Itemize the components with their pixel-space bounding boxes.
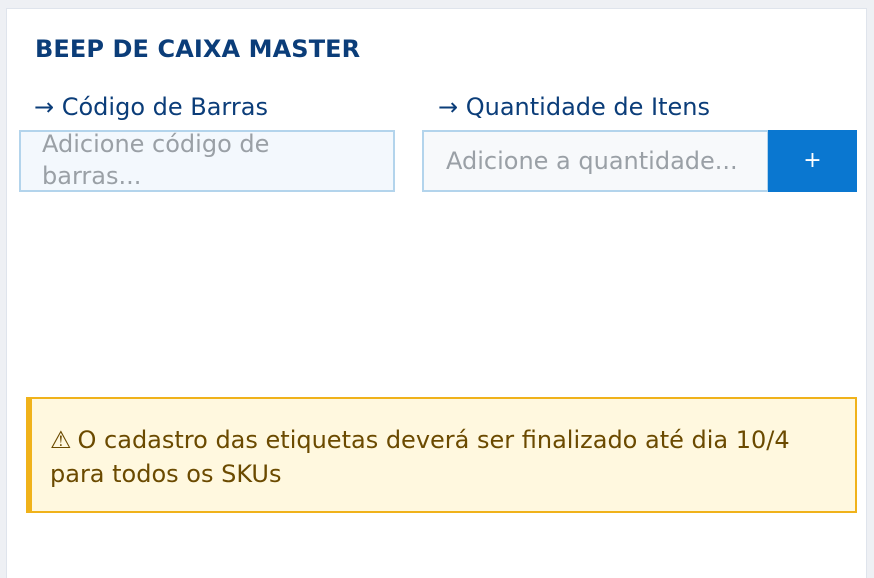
- add-button[interactable]: +: [768, 130, 857, 192]
- barcode-placeholder: Adicione código de barras...: [42, 130, 270, 188]
- quantity-placeholder: Adicione a quantidade...: [446, 147, 738, 175]
- warning-icon: ⚠: [50, 426, 72, 454]
- warning-alert: ⚠ O cadastro das etiquetas deverá ser fin…: [26, 397, 857, 513]
- barcode-input[interactable]: Adicione código de barras...: [19, 130, 395, 192]
- quantity-input[interactable]: Adicione a quantidade...: [422, 130, 769, 192]
- barcode-label: → Código de Barras: [34, 93, 268, 121]
- page-title: BEEP DE CAIXA MASTER: [35, 35, 361, 63]
- alert-message: O cadastro das etiquetas deverá ser fina…: [50, 426, 790, 488]
- beep-caixa-master-card: BEEP DE CAIXA MASTER → Código de Barras …: [6, 8, 867, 578]
- quantity-label: → Quantidade de Itens: [438, 93, 711, 121]
